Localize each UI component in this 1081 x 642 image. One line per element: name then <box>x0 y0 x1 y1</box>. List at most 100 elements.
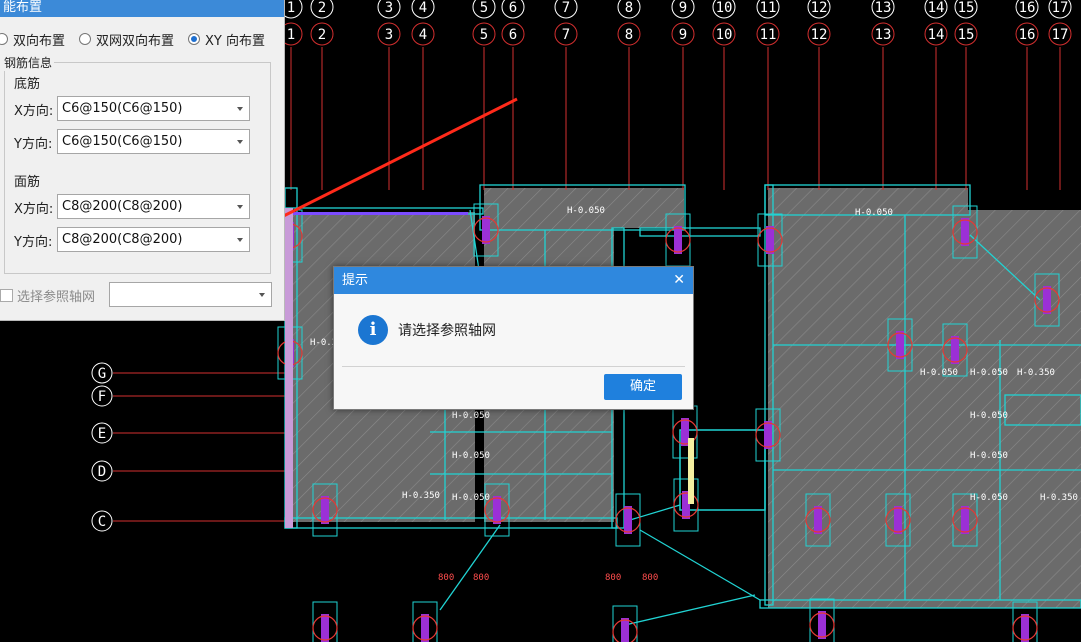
top-x-label: X方向: <box>14 202 54 217</box>
axis-label: 13 <box>875 0 892 16</box>
radio-two-way[interactable]: 双向布置 <box>0 30 65 49</box>
column-core <box>961 506 969 534</box>
radio-dot <box>188 33 201 45</box>
axis-label: 11 <box>760 0 777 16</box>
radio-xy[interactable]: XY 向布置 <box>188 30 265 49</box>
layout-mode-radios: 双向布置 双网双向布置 XY 向布置 <box>0 30 279 49</box>
column-core <box>818 611 826 639</box>
column-core <box>421 614 429 642</box>
radio-label: 双向布置 <box>13 33 66 49</box>
column-core <box>814 506 822 534</box>
axis-label: 2 <box>318 0 326 16</box>
axis-label: 15 <box>958 0 975 16</box>
axis-label: 6 <box>509 27 517 43</box>
wall-hatch-left <box>285 208 293 528</box>
bottom-y-combo[interactable]: C6@150(C6@150) <box>57 129 250 154</box>
ref-grid-combo[interactable] <box>109 282 272 307</box>
axis-label: 16 <box>1019 27 1036 43</box>
bottom-rebar-label: 底筋 <box>14 77 41 92</box>
ok-button[interactable]: 确定 <box>604 374 682 400</box>
svg-text:H-0.350: H-0.350 <box>1040 493 1078 503</box>
svg-text:800: 800 <box>605 573 621 583</box>
svg-text:H-0.050: H-0.050 <box>970 493 1008 503</box>
column-core <box>681 418 689 446</box>
dialog-title-bar: 提示 ✕ <box>334 267 693 294</box>
column-core <box>961 218 969 246</box>
axis-label: 5 <box>480 0 488 16</box>
svg-text:H-0.050: H-0.050 <box>452 411 490 421</box>
ref-grid-checkbox[interactable]: 选择参照轴网 <box>0 286 95 305</box>
column-core <box>321 496 329 524</box>
radio-label: 双网双向布置 <box>96 33 175 49</box>
axis-label: 15 <box>958 27 975 43</box>
bottom-x-combo[interactable]: C6@150(C6@150) <box>57 96 250 121</box>
column-core <box>1021 614 1029 642</box>
axis-label: E <box>98 426 106 442</box>
axis-label: F <box>98 389 106 405</box>
combo-value: C6@150(C6@150) <box>62 101 183 116</box>
axis-label: 17 <box>1052 27 1069 43</box>
axis-label: 17 <box>1052 0 1069 16</box>
axis-label: 14 <box>928 0 945 16</box>
axis-label: 10 <box>716 0 733 16</box>
svg-text:H-0.050: H-0.050 <box>970 451 1008 461</box>
axis-label: 14 <box>928 27 945 43</box>
axis-bubbles-top: 1122334455667788991010111112121313141415… <box>279 0 1072 46</box>
column-core <box>764 421 772 449</box>
panel-title: 能布置 <box>0 0 284 17</box>
svg-text:800: 800 <box>438 573 454 583</box>
axis-label: 1 <box>287 0 295 16</box>
column-core <box>624 506 632 534</box>
axis-label: 1 <box>287 27 295 43</box>
axis-label: D <box>98 464 106 480</box>
close-icon[interactable]: ✕ <box>673 267 685 294</box>
ref-grid-label: 选择参照轴网 <box>17 290 96 305</box>
chevron-down-icon <box>237 238 243 242</box>
svg-text:800: 800 <box>642 573 658 583</box>
svg-text:H-0.350: H-0.350 <box>402 491 440 501</box>
axis-label: 11 <box>760 27 777 43</box>
axis-label: 8 <box>625 27 633 43</box>
svg-text:H-0.050: H-0.050 <box>970 411 1008 421</box>
axis-label: G <box>98 366 106 382</box>
axis-label: 5 <box>480 27 488 43</box>
column-core <box>1043 286 1051 314</box>
top-y-combo[interactable]: C8@200(C8@200) <box>57 227 250 252</box>
combo-value: C8@200(C8@200) <box>62 199 183 214</box>
chevron-down-icon <box>237 107 243 111</box>
axis-label: 9 <box>679 0 687 16</box>
bottom-y-label: Y方向: <box>14 137 53 152</box>
axis-label: 4 <box>419 0 427 16</box>
axis-label: 2 <box>318 27 326 43</box>
axis-label: 12 <box>811 27 828 43</box>
svg-text:H-0.050: H-0.050 <box>920 368 958 378</box>
dialog-divider <box>342 366 685 367</box>
axis-label: 7 <box>562 0 570 16</box>
axis-label: 3 <box>385 0 393 16</box>
axis-label: 10 <box>716 27 733 43</box>
radio-label: XY 向布置 <box>205 33 266 49</box>
column-core <box>896 331 904 359</box>
axis-label: 3 <box>385 27 393 43</box>
axis-label: 6 <box>509 0 517 16</box>
svg-text:H-0.350: H-0.350 <box>1017 368 1055 378</box>
axis-label: 12 <box>811 0 828 16</box>
wall-hatch-top <box>293 212 468 215</box>
axis-label: 9 <box>679 27 687 43</box>
column-core <box>951 336 959 364</box>
column-core <box>493 496 501 524</box>
top-x-combo[interactable]: C8@200(C8@200) <box>57 194 250 219</box>
column-core <box>766 226 774 254</box>
radio-dot <box>79 33 92 45</box>
info-icon: i <box>358 315 388 345</box>
column-core <box>894 506 902 534</box>
radio-double-net[interactable]: 双网双向布置 <box>79 30 174 49</box>
top-y-label: Y方向: <box>14 235 53 250</box>
dialog-message: 请选择参照轴网 <box>398 323 496 339</box>
column-core <box>482 216 490 244</box>
bottom-x-label: X方向: <box>14 104 54 119</box>
axis-label: 7 <box>562 27 570 43</box>
rebar-info-title: 钢筋信息 <box>4 54 55 71</box>
prompt-dialog: 提示 ✕ i 请选择参照轴网 确定 <box>333 266 694 410</box>
rebar-layout-panel: 能布置 双向布置 双网双向布置 XY 向布置 钢筋信息 底筋 X方向: C6@1… <box>0 0 285 321</box>
